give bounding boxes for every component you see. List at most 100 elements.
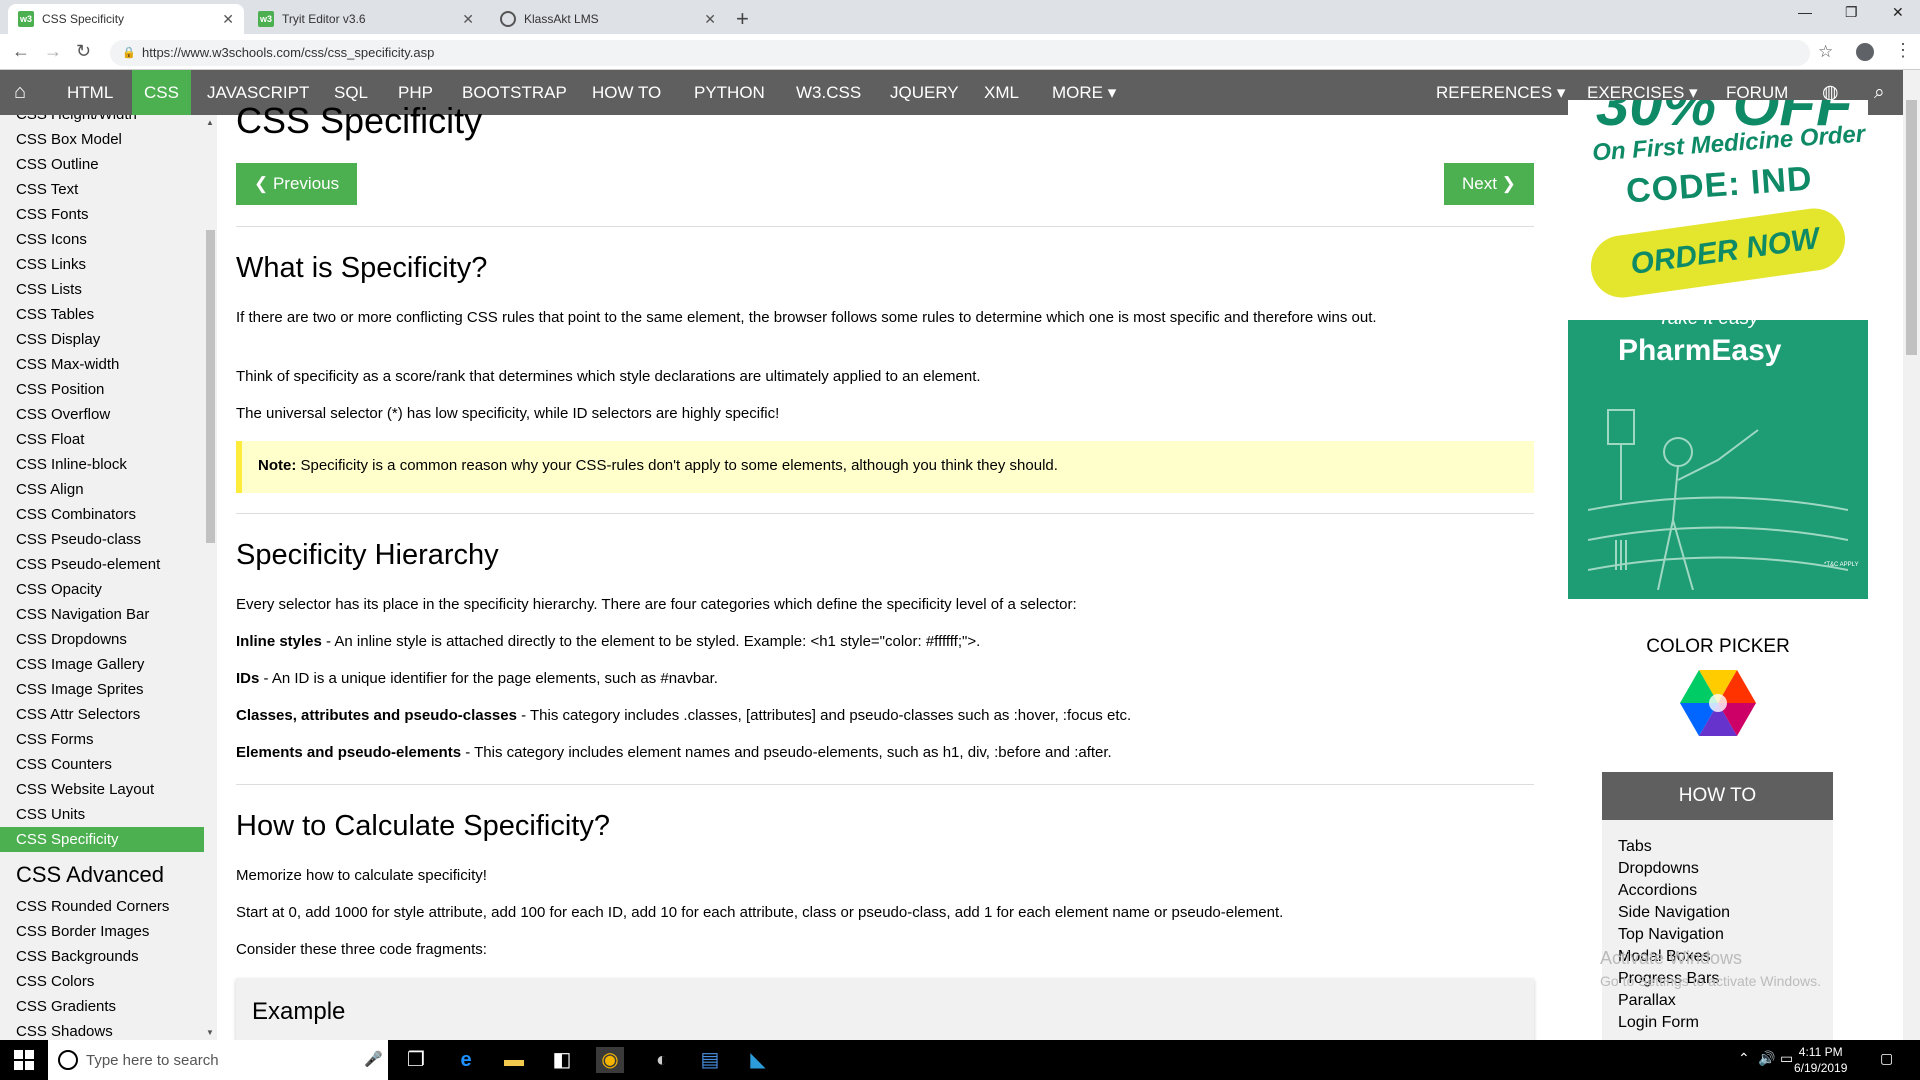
hierarchy-desc: - This category includes element names a… — [461, 744, 1112, 761]
task-view-icon[interactable]: ❐ — [402, 1047, 430, 1073]
sidebar-item[interactable]: CSS Shadows — [0, 1019, 204, 1040]
sidebar-item[interactable]: CSS Fonts — [0, 202, 204, 227]
howto-link-login-form[interactable]: Login Form — [1618, 1014, 1699, 1032]
paragraph: Think of specificity as a score/rank tha… — [236, 368, 981, 385]
taskbar-clock[interactable]: 4:11 PM 6/19/2019 — [1794, 1044, 1847, 1076]
sidebar-item[interactable]: CSS Forms — [0, 727, 204, 752]
nav-css[interactable]: CSS — [132, 70, 191, 115]
file-explorer-icon[interactable]: ▬ — [500, 1047, 528, 1073]
sidebar-item[interactable]: CSS Counters — [0, 752, 204, 777]
action-center-icon[interactable]: ▢ — [1880, 1050, 1893, 1067]
page-title: CSS Specificity — [236, 100, 483, 141]
nav-html[interactable]: HTML — [55, 70, 125, 115]
sidebar-scrollbar-thumb[interactable] — [206, 230, 215, 543]
sidebar-item[interactable]: CSS Inline-block — [0, 452, 204, 477]
vscode-icon[interactable]: ◣ — [744, 1047, 772, 1073]
color-wheel-icon[interactable] — [1680, 670, 1756, 736]
bookmark-star-icon[interactable]: ☆ — [1818, 42, 1833, 62]
browser-tab-bar: w3 CSS Specificity ✕ w3 Tryit Editor v3.… — [0, 0, 1920, 34]
sidebar-item[interactable]: CSS Backgrounds — [0, 944, 204, 969]
windows-start-icon[interactable] — [14, 1050, 34, 1070]
sidebar-item[interactable]: CSS Image Gallery — [0, 652, 204, 677]
sidebar-item[interactable]: CSS Colors — [0, 969, 204, 994]
sidebar-scroll-down-icon[interactable]: ▼ — [206, 1028, 214, 1037]
taskbar-search-box[interactable]: Type here to search 🎤 — [48, 1040, 388, 1080]
paragraph: The universal selector (*) has low speci… — [236, 405, 780, 422]
tab-css-specificity[interactable]: w3 CSS Specificity ✕ — [8, 4, 244, 34]
sidebar-scroll-up-icon[interactable]: ▲ — [206, 118, 214, 127]
sidebar-item[interactable]: CSS Attr Selectors — [0, 702, 204, 727]
section-heading-hierarchy: Specificity Hierarchy — [236, 539, 499, 571]
sidebar-item[interactable]: CSS Links — [0, 252, 204, 277]
network-icon[interactable]: ▭ — [1780, 1050, 1793, 1067]
notepad-icon[interactable]: ▤ — [696, 1047, 724, 1073]
sidebar-item[interactable]: CSS Navigation Bar — [0, 602, 204, 627]
sidebar-item[interactable]: CSS Display — [0, 327, 204, 352]
sidebar-item[interactable]: CSS Lists — [0, 277, 204, 302]
tray-chevron-icon[interactable]: ⌃ — [1738, 1050, 1750, 1067]
forward-arrow-icon[interactable]: → — [44, 41, 62, 62]
sidebar-item[interactable]: CSS Rounded Corners — [0, 894, 204, 919]
sidebar-item[interactable]: CSS Units — [0, 802, 204, 827]
sidebar-item[interactable]: CSS Position — [0, 377, 204, 402]
sidebar-item[interactable]: CSS Text — [0, 177, 204, 202]
sidebar-item[interactable]: CSS Opacity — [0, 577, 204, 602]
sidebar-item[interactable]: CSS Box Model — [0, 127, 204, 152]
advertisement-banner[interactable]: 30% OFF On First Medicine Order CODE: IN… — [1568, 100, 1868, 599]
color-picker-heading: COLOR PICKER — [1646, 636, 1790, 657]
tab-title: CSS Specificity — [42, 12, 125, 26]
next-button[interactable]: Next ❯ — [1444, 163, 1534, 205]
sidebar-item[interactable]: CSS Max-width — [0, 352, 204, 377]
previous-button[interactable]: ❮ Previous — [236, 163, 358, 205]
maximize-button[interactable]: ❐ — [1845, 4, 1858, 21]
back-arrow-icon[interactable]: ← — [12, 41, 30, 62]
sidebar-item[interactable]: CSS Image Sprites — [0, 677, 204, 702]
home-icon[interactable]: ⌂ — [2, 70, 38, 115]
volume-icon[interactable]: 🔊 — [1758, 1050, 1775, 1067]
tab-klassakt-lms[interactable]: KlassAkt LMS ✕ — [490, 4, 726, 34]
howto-link-accordions[interactable]: Accordions — [1618, 882, 1697, 900]
edge-browser-icon[interactable]: e — [452, 1047, 480, 1073]
close-tab-icon[interactable]: ✕ — [704, 11, 716, 28]
reload-icon[interactable]: ↻ — [76, 41, 91, 62]
new-tab-button[interactable]: + — [736, 6, 749, 32]
profile-avatar[interactable] — [1856, 43, 1874, 61]
tab-tryit-editor[interactable]: w3 Tryit Editor v3.6 ✕ — [248, 4, 484, 34]
sidebar-item[interactable]: CSS Float — [0, 427, 204, 452]
howto-link-parallax[interactable]: Parallax — [1618, 992, 1676, 1010]
close-tab-icon[interactable]: ✕ — [222, 11, 234, 28]
browser-menu-icon[interactable]: ⋮ — [1894, 40, 1912, 61]
hierarchy-term: Inline styles — [236, 633, 322, 650]
sidebar-item[interactable]: CSS Overflow — [0, 402, 204, 427]
microphone-icon[interactable]: 🎤 — [364, 1050, 383, 1068]
chrome-icon[interactable]: ◉ — [596, 1047, 624, 1073]
cricketer-illustration-icon — [1588, 409, 1848, 590]
minimize-button[interactable]: — — [1798, 4, 1812, 20]
howto-link-dropdowns[interactable]: Dropdowns — [1618, 860, 1699, 878]
sidebar-item[interactable]: CSS Gradients — [0, 994, 204, 1019]
address-bar: ← → ↻ 🔒 https://www.w3schools.com/css/cs… — [0, 34, 1920, 70]
sidebar-item[interactable]: CSS Dropdowns — [0, 627, 204, 652]
close-window-button[interactable]: ✕ — [1892, 4, 1904, 21]
note-text: Specificity is a common reason why your … — [296, 457, 1058, 474]
url-field[interactable]: 🔒 https://www.w3schools.com/css/css_spec… — [110, 40, 1810, 66]
howto-link-top-navigation[interactable]: Top Navigation — [1618, 926, 1724, 944]
sidebar-item[interactable]: CSS Tables — [0, 302, 204, 327]
sidebar-item[interactable]: CSS Height/Width — [0, 115, 204, 127]
eclipse-icon[interactable]: ◐ — [648, 1047, 676, 1073]
close-tab-icon[interactable]: ✕ — [462, 11, 474, 28]
howto-link-side-navigation[interactable]: Side Navigation — [1618, 904, 1730, 922]
sidebar-item[interactable]: CSS Outline — [0, 152, 204, 177]
hierarchy-item: Classes, attributes and pseudo-classes -… — [236, 705, 1534, 727]
sidebar-item[interactable]: CSS Specificity — [0, 827, 204, 852]
store-icon[interactable]: ◧ — [548, 1047, 576, 1073]
sidebar-item[interactable]: CSS Pseudo-class — [0, 527, 204, 552]
howto-link-tabs[interactable]: Tabs — [1618, 838, 1652, 856]
sidebar-item[interactable]: CSS Combinators — [0, 502, 204, 527]
sidebar-item[interactable]: CSS Align — [0, 477, 204, 502]
page-scrollbar-thumb[interactable] — [1906, 100, 1917, 355]
sidebar-item[interactable]: CSS Border Images — [0, 919, 204, 944]
sidebar-item[interactable]: CSS Pseudo-element — [0, 552, 204, 577]
sidebar-item[interactable]: CSS Icons — [0, 227, 204, 252]
sidebar-item[interactable]: CSS Website Layout — [0, 777, 204, 802]
